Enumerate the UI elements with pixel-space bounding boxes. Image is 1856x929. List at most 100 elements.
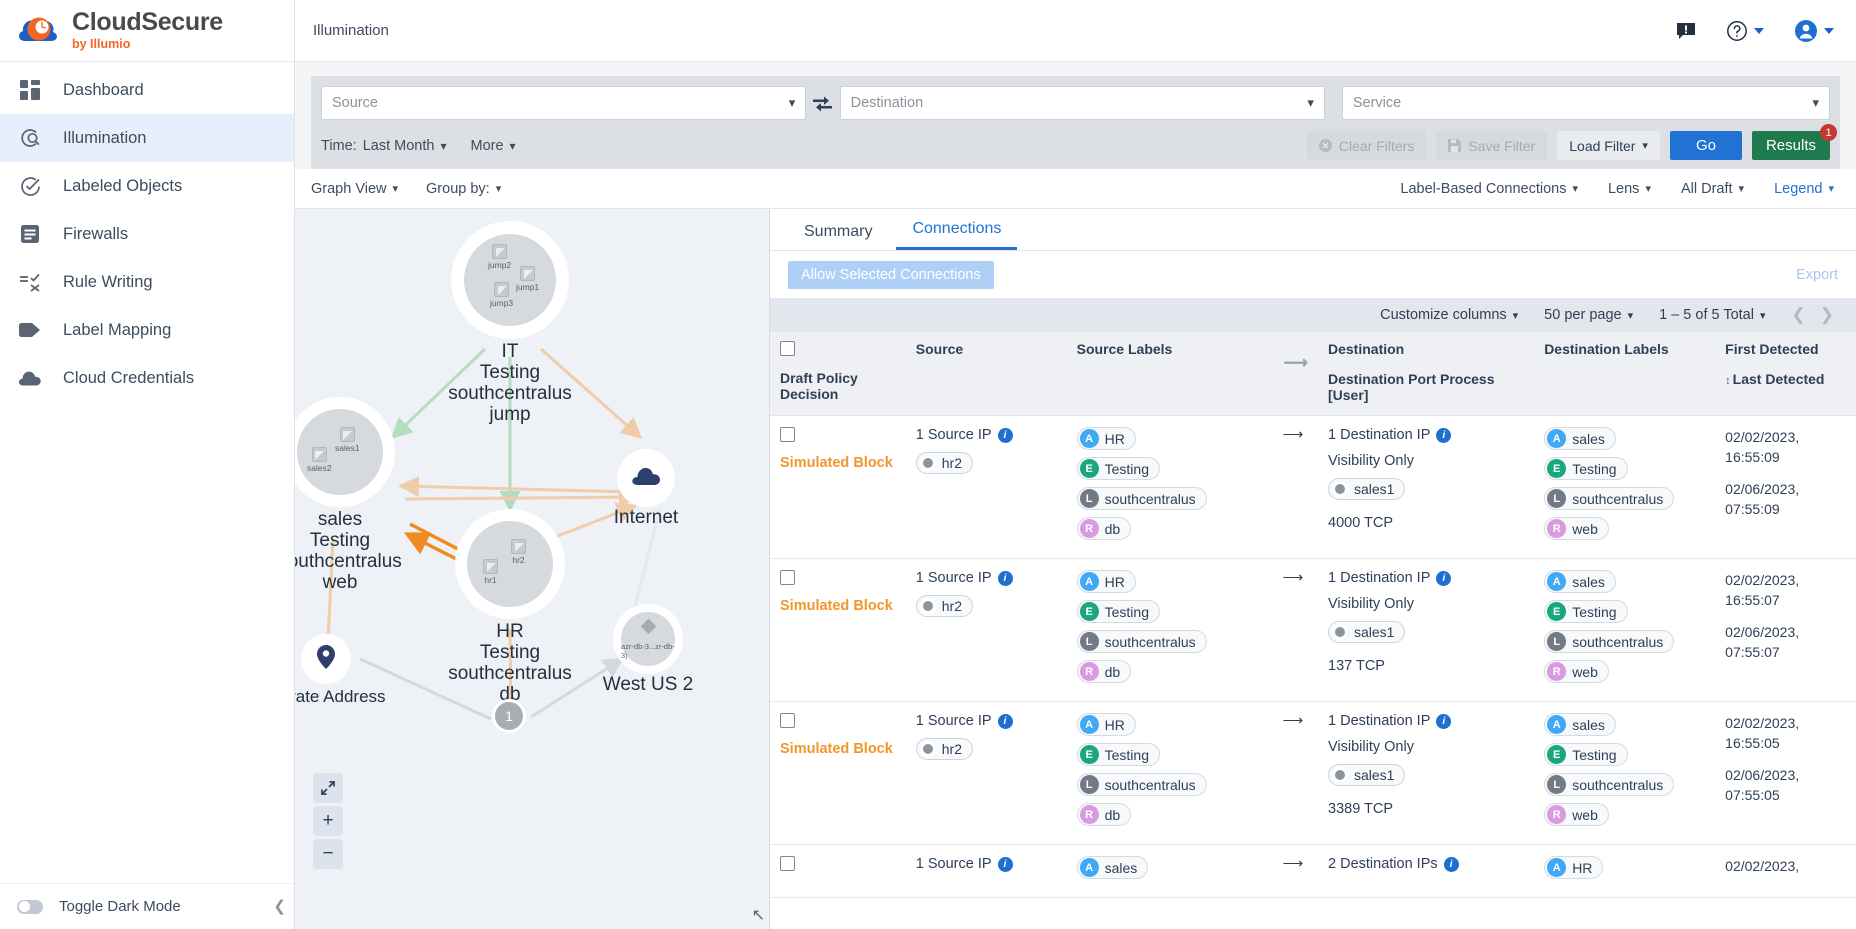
tab-summary[interactable]: Summary <box>788 223 888 250</box>
source-select[interactable]: Source ▾ <box>321 86 806 120</box>
graph-view-dropdown[interactable]: Graph View ▾ <box>311 181 398 197</box>
label-chip[interactable]: AHR <box>1077 570 1136 593</box>
results-button[interactable]: Results 1 <box>1752 131 1830 160</box>
table-row[interactable]: Simulated Block 1 Source IPi hr2 AHR ETe… <box>770 702 1856 845</box>
graph-node-sales[interactable]: sales1 sales2 sales Testing southcentral… <box>295 397 395 507</box>
sidebar-item-dashboard[interactable]: Dashboard <box>0 66 294 114</box>
workload-sales2[interactable]: sales2 <box>307 447 332 473</box>
row-checkbox[interactable] <box>780 856 795 871</box>
sidebar-item-rule-writing[interactable]: Rule Writing <box>0 258 294 306</box>
sort-icon[interactable]: ↕ <box>1725 375 1731 387</box>
workload-jump3[interactable]: jump3 <box>490 282 513 308</box>
illumination-graph-canvas[interactable]: jump2 jump1 jump3 IT Test <box>295 209 770 929</box>
header-detected[interactable]: First Detected ↕Last Detected <box>1715 332 1856 416</box>
row-checkbox[interactable] <box>780 713 795 728</box>
announcement-icon[interactable] <box>1676 22 1696 40</box>
sidebar-item-firewalls[interactable]: Firewalls <box>0 210 294 258</box>
sidebar-item-illumination[interactable]: Illumination <box>0 114 294 162</box>
label-chip[interactable]: ETesting <box>1544 600 1627 623</box>
graph-node-private-address[interactable]: Private Address <box>301 634 351 684</box>
graph-node-it[interactable]: jump2 jump1 jump3 IT Test <box>451 221 569 339</box>
all-draft-dropdown[interactable]: All Draft ▾ <box>1681 181 1744 197</box>
help-menu[interactable] <box>1726 20 1764 42</box>
graph-node-internet[interactable]: Internet <box>617 449 675 507</box>
label-chip[interactable]: Asales <box>1544 427 1616 450</box>
brand[interactable]: CloudSecure by Illumio <box>0 0 294 62</box>
row-checkbox[interactable] <box>780 427 795 442</box>
workload-hr1[interactable]: hr1 <box>483 559 498 585</box>
info-icon[interactable]: i <box>1436 571 1451 586</box>
go-button[interactable]: Go <box>1670 131 1742 160</box>
dark-mode-toggle[interactable]: Toggle Dark Mode <box>0 883 294 929</box>
workload-hr2[interactable]: hr2 <box>511 539 526 565</box>
label-chip[interactable]: Asales <box>1077 856 1149 879</box>
destination-select[interactable]: Destination ▾ <box>840 86 1325 120</box>
info-icon[interactable]: i <box>998 428 1013 443</box>
source-workload-chip[interactable]: hr2 <box>916 595 973 617</box>
sidebar-item-label-mapping[interactable]: Label Mapping <box>0 306 294 354</box>
graph-node-westus2[interactable]: azr-db-3...zr-db-3) West US 2 <box>613 604 683 674</box>
workload-jump1[interactable]: jump1 <box>516 266 539 292</box>
time-filter[interactable]: Time: Last Month ▾ <box>321 138 447 154</box>
customize-columns-dropdown[interactable]: Customize columns ▾ <box>1380 307 1518 323</box>
info-icon[interactable]: i <box>998 857 1013 872</box>
sidebar-item-labeled-objects[interactable]: Labeled Objects <box>0 162 294 210</box>
zoom-in-button[interactable]: + <box>313 806 343 836</box>
info-icon[interactable]: i <box>1436 714 1451 729</box>
graph-node-count-bubble[interactable]: 1 <box>492 699 526 733</box>
label-chip[interactable]: AHR <box>1544 856 1603 879</box>
service-select[interactable]: Service ▾ <box>1342 86 1830 120</box>
label-chip[interactable]: Lsouthcentralus <box>1544 773 1674 796</box>
lens-dropdown[interactable]: Lens ▾ <box>1608 181 1651 197</box>
chevron-right-icon[interactable]: ❯ <box>1820 305 1834 325</box>
label-chip[interactable]: ETesting <box>1077 743 1160 766</box>
label-chip[interactable]: ETesting <box>1077 600 1160 623</box>
destination-workload-chip[interactable]: sales1 <box>1328 478 1405 500</box>
legend-dropdown[interactable]: Legend ▾ <box>1774 181 1834 197</box>
label-chip[interactable]: Rweb <box>1544 803 1609 826</box>
table-row[interactable]: Simulated Block 1 Source IPi hr2 AHR ETe… <box>770 416 1856 559</box>
source-workload-chip[interactable]: hr2 <box>916 738 973 760</box>
label-chip[interactable]: ETesting <box>1544 743 1627 766</box>
export-button[interactable]: Export <box>1796 267 1838 283</box>
destination-workload-chip[interactable]: sales1 <box>1328 764 1405 786</box>
more-filters[interactable]: More ▾ <box>471 138 516 154</box>
save-filter-button[interactable]: Save Filter <box>1436 131 1547 160</box>
table-row[interactable]: 1 Source IPi Asales ⟶ 2 Destination IPsi <box>770 845 1856 898</box>
label-chip[interactable]: Rdb <box>1077 660 1132 683</box>
label-chip[interactable]: Rdb <box>1077 517 1132 540</box>
fit-screen-icon[interactable] <box>313 773 343 803</box>
chevron-left-icon[interactable]: ❮ <box>273 897 286 915</box>
label-chip[interactable]: Rdb <box>1077 803 1132 826</box>
source-workload-chip[interactable]: hr2 <box>916 452 973 474</box>
label-chip[interactable]: Lsouthcentralus <box>1077 773 1207 796</box>
workload-sales1[interactable]: sales1 <box>335 427 360 453</box>
info-icon[interactable]: i <box>1444 857 1459 872</box>
workload-jump2[interactable]: jump2 <box>488 244 511 270</box>
destination-workload-chip[interactable]: sales1 <box>1328 621 1405 643</box>
header-source-labels[interactable]: Source Labels <box>1067 332 1268 416</box>
label-chip[interactable]: Lsouthcentralus <box>1544 630 1674 653</box>
allow-selected-connections-button[interactable]: Allow Selected Connections <box>788 261 994 289</box>
row-checkbox[interactable] <box>780 570 795 585</box>
tab-connections[interactable]: Connections <box>896 220 1017 250</box>
per-page-dropdown[interactable]: 50 per page ▾ <box>1544 307 1633 323</box>
label-chip[interactable]: Rweb <box>1544 660 1609 683</box>
info-icon[interactable]: i <box>998 714 1013 729</box>
label-based-connections-dropdown[interactable]: Label-Based Connections ▾ <box>1400 181 1578 197</box>
label-chip[interactable]: ETesting <box>1544 457 1627 480</box>
resize-grip-icon[interactable]: ↖ <box>752 905 765 925</box>
label-chip[interactable]: Asales <box>1544 713 1616 736</box>
label-chip[interactable]: ETesting <box>1077 457 1160 480</box>
label-chip[interactable]: Rweb <box>1544 517 1609 540</box>
label-chip[interactable]: Lsouthcentralus <box>1077 487 1207 510</box>
select-all-checkbox[interactable] <box>780 341 795 356</box>
sidebar-item-cloud-credentials[interactable]: Cloud Credentials <box>0 354 294 402</box>
info-icon[interactable]: i <box>998 571 1013 586</box>
info-icon[interactable]: i <box>1436 428 1451 443</box>
label-chip[interactable]: Lsouthcentralus <box>1544 487 1674 510</box>
header-destination[interactable]: Destination Destination Port Process [Us… <box>1318 332 1534 416</box>
clear-filters-button[interactable]: Clear Filters <box>1307 131 1426 160</box>
account-menu[interactable] <box>1794 19 1834 43</box>
header-destination-labels[interactable]: Destination Labels <box>1534 332 1715 416</box>
